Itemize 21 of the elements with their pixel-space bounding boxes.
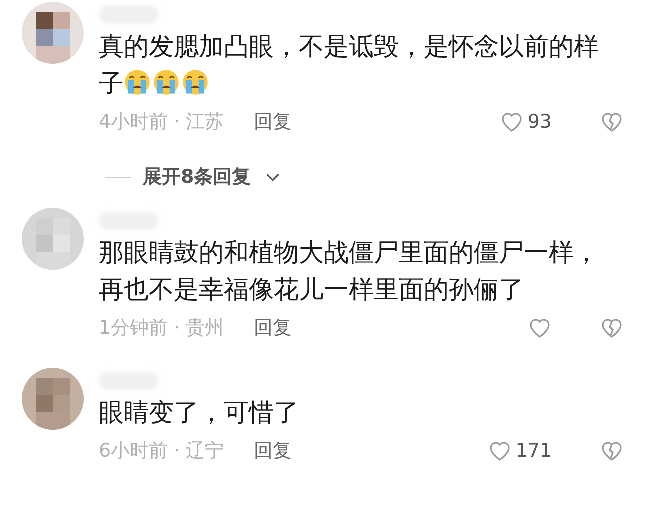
comment-meta: 6小时前 · 辽宁: [99, 439, 224, 464]
comment-text: 那眼睛鼓的和植物大战僵尸里面的僵尸一样，再也不是幸福像花儿一样里面的孙俪了: [99, 237, 600, 306]
comment-meta: 4小时前 · 江苏: [99, 110, 224, 135]
reply-link[interactable]: 回复: [254, 109, 292, 135]
like-count: 93: [528, 111, 552, 133]
crying-face-icon: [124, 69, 151, 96]
heart-icon[interactable]: [528, 316, 552, 340]
comment-meta: 1分钟前 · 贵州: [99, 316, 224, 341]
broken-heart-icon[interactable]: [600, 110, 624, 134]
heart-icon[interactable]: [488, 439, 512, 463]
crying-face-icon: [153, 69, 180, 96]
broken-heart-icon[interactable]: [600, 316, 624, 340]
reply-link[interactable]: 回复: [254, 438, 292, 464]
expand-replies-link[interactable]: 展开8条回复: [143, 164, 252, 190]
crying-face-icon: [182, 69, 209, 96]
comment-text: 真的发腮加凸眼，不是诋毁，是怀念以前的样子: [99, 31, 600, 100]
comment-text: 眼睛变了，可惜了: [99, 397, 300, 429]
reply-link[interactable]: 回复: [254, 315, 292, 341]
like-count: 171: [516, 440, 552, 462]
broken-heart-icon[interactable]: [600, 439, 624, 463]
heart-icon[interactable]: [500, 110, 524, 134]
